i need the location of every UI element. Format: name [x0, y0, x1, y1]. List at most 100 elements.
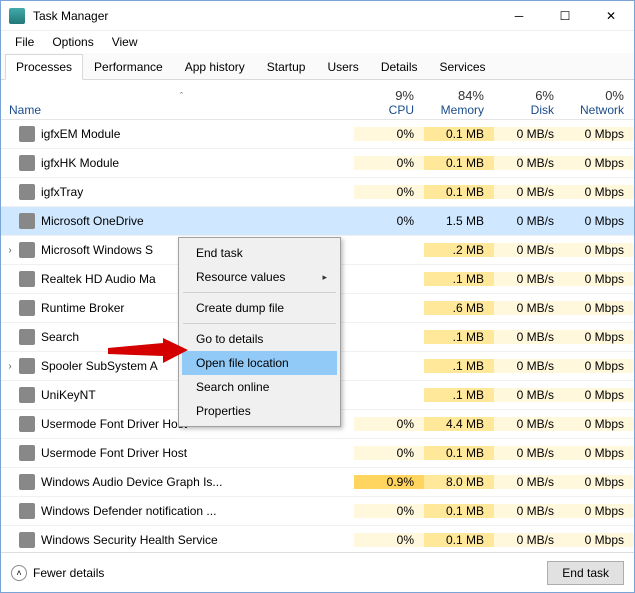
process-icon [19, 300, 35, 316]
tab-users[interactable]: Users [316, 54, 369, 80]
menu-file[interactable]: File [7, 33, 42, 51]
process-name: igfxTray [19, 184, 354, 200]
tab-app-history[interactable]: App history [174, 54, 256, 80]
process-name: Usermode Font Driver Host [19, 445, 354, 461]
cell-mem: .1 MB [424, 388, 494, 402]
cell-cpu: 0% [354, 504, 424, 518]
cell-mem: 0.1 MB [424, 446, 494, 460]
menu-item-search-online[interactable]: Search online [182, 375, 337, 399]
cell-net: 0 Mbps [564, 475, 634, 489]
cell-disk: 0 MB/s [494, 388, 564, 402]
column-header-cpu[interactable]: 9% CPU [354, 88, 424, 117]
tab-startup[interactable]: Startup [256, 54, 317, 80]
cell-net: 0 Mbps [564, 272, 634, 286]
cell-net: 0 Mbps [564, 446, 634, 460]
process-name: Microsoft OneDrive [19, 213, 354, 229]
fewer-details-label: Fewer details [33, 566, 104, 580]
cell-net: 0 Mbps [564, 185, 634, 199]
menu-item-properties[interactable]: Properties [182, 399, 337, 423]
menu-separator [183, 292, 336, 293]
cell-net: 0 Mbps [564, 359, 634, 373]
menu-item-resource-values[interactable]: Resource values [182, 265, 337, 289]
app-icon [9, 8, 25, 24]
cell-disk: 0 MB/s [494, 417, 564, 431]
chevron-up-icon: ˄ [11, 565, 27, 581]
tab-services[interactable]: Services [429, 54, 497, 80]
cell-net: 0 Mbps [564, 127, 634, 141]
menubar: File Options View [1, 31, 634, 53]
cell-net: 0 Mbps [564, 417, 634, 431]
process-icon [19, 416, 35, 432]
cell-mem: .1 MB [424, 272, 494, 286]
cell-net: 0 Mbps [564, 214, 634, 228]
cell-disk: 0 MB/s [494, 330, 564, 344]
column-header-disk[interactable]: 6% Disk [494, 88, 564, 117]
process-row[interactable]: igfxTray0%0.1 MB0 MB/s0 Mbps [1, 178, 634, 207]
cell-cpu: 0% [354, 156, 424, 170]
tab-details[interactable]: Details [370, 54, 429, 80]
cell-net: 0 Mbps [564, 533, 634, 547]
process-row[interactable]: Windows Defender notification ...0%0.1 M… [1, 497, 634, 526]
process-name: Windows Defender notification ... [19, 503, 354, 519]
cell-disk: 0 MB/s [494, 475, 564, 489]
tab-performance[interactable]: Performance [83, 54, 174, 80]
menu-separator [183, 323, 336, 324]
process-icon [19, 271, 35, 287]
cell-disk: 0 MB/s [494, 533, 564, 547]
process-name: Windows Security Health Service [19, 532, 354, 548]
footer: ˄ Fewer details End task [1, 552, 634, 592]
minimize-button[interactable] [496, 1, 542, 31]
process-icon [19, 213, 35, 229]
cell-mem: 4.4 MB [424, 417, 494, 431]
maximize-button[interactable] [542, 1, 588, 31]
process-icon [19, 445, 35, 461]
process-row[interactable]: Windows Audio Device Graph Is...0.9%8.0 … [1, 468, 634, 497]
cell-disk: 0 MB/s [494, 214, 564, 228]
cell-cpu: 0% [354, 446, 424, 460]
process-icon [19, 329, 35, 345]
process-icon [19, 503, 35, 519]
menu-options[interactable]: Options [44, 33, 101, 51]
cell-disk: 0 MB/s [494, 156, 564, 170]
process-row[interactable]: igfxHK Module0%0.1 MB0 MB/s0 Mbps [1, 149, 634, 178]
menu-view[interactable]: View [104, 33, 146, 51]
menu-item-create-dump-file[interactable]: Create dump file [182, 296, 337, 320]
cell-mem: .1 MB [424, 359, 494, 373]
titlebar[interactable]: Task Manager [1, 1, 634, 31]
column-header-name[interactable]: ˆ Name [1, 91, 354, 117]
cell-mem: .1 MB [424, 330, 494, 344]
close-button[interactable] [588, 1, 634, 31]
process-name: igfxHK Module [19, 155, 354, 171]
process-name: igfxEM Module [19, 126, 354, 142]
end-task-button[interactable]: End task [547, 561, 624, 585]
cell-mem: 0.1 MB [424, 127, 494, 141]
process-icon [19, 126, 35, 142]
window-buttons [496, 1, 634, 31]
column-header-memory[interactable]: 84% Memory [424, 88, 494, 117]
cell-mem: .2 MB [424, 243, 494, 257]
menu-item-go-to-details[interactable]: Go to details [182, 327, 337, 351]
cell-cpu: 0% [354, 185, 424, 199]
process-icon [19, 155, 35, 171]
cell-cpu: 0.9% [354, 475, 424, 489]
fewer-details-button[interactable]: ˄ Fewer details [11, 565, 104, 581]
tab-processes[interactable]: Processes [5, 54, 83, 80]
expand-icon[interactable]: › [1, 361, 19, 372]
cell-mem: 0.1 MB [424, 533, 494, 547]
menu-item-end-task[interactable]: End task [182, 241, 337, 265]
window-title: Task Manager [33, 9, 496, 23]
cell-net: 0 Mbps [564, 330, 634, 344]
column-header-network[interactable]: 0% Network [564, 88, 634, 117]
menu-item-open-file-location[interactable]: Open file location [182, 351, 337, 375]
cell-mem: 8.0 MB [424, 475, 494, 489]
process-name: Windows Audio Device Graph Is... [19, 474, 354, 490]
column-header-row: ˆ Name 9% CPU 84% Memory 6% Disk 0% Netw… [1, 80, 634, 120]
expand-icon[interactable]: › [1, 245, 19, 256]
process-row[interactable]: igfxEM Module0%0.1 MB0 MB/s0 Mbps [1, 120, 634, 149]
cell-disk: 0 MB/s [494, 504, 564, 518]
cell-net: 0 Mbps [564, 301, 634, 315]
process-row[interactable]: Windows Security Health Service0%0.1 MB0… [1, 526, 634, 552]
process-row[interactable]: Usermode Font Driver Host0%0.1 MB0 MB/s0… [1, 439, 634, 468]
cell-mem: 0.1 MB [424, 504, 494, 518]
process-row[interactable]: Microsoft OneDrive0%1.5 MB0 MB/s0 Mbps [1, 207, 634, 236]
